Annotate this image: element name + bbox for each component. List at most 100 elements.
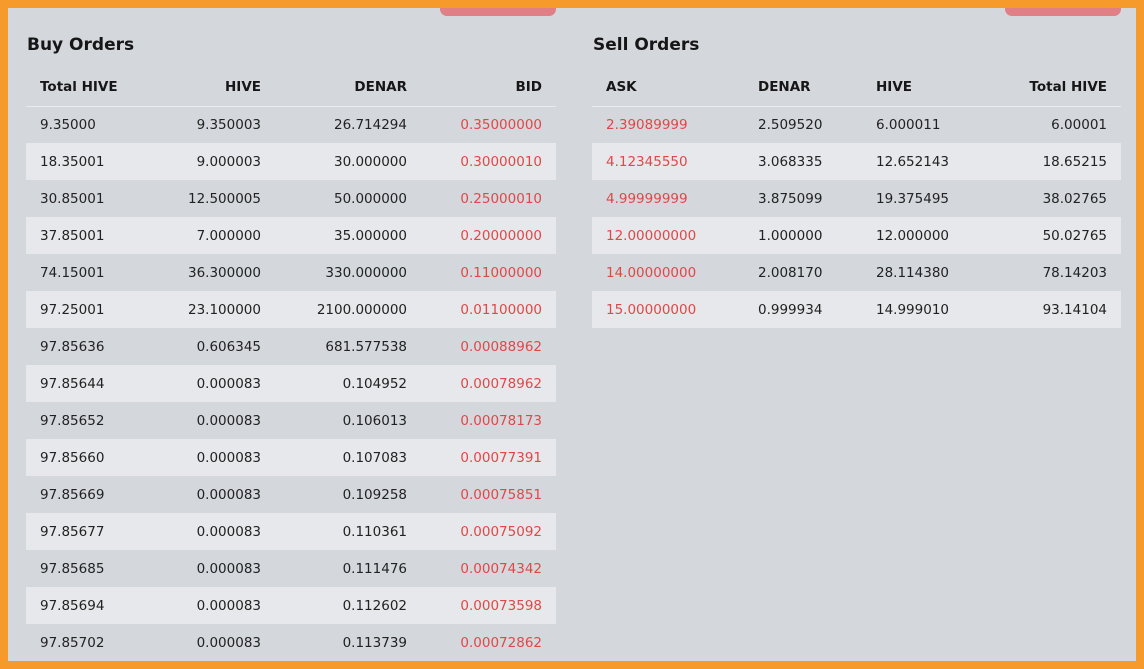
total-hive-cell: 97.85702 [40,634,105,651]
table-row[interactable]: 9.35000 9.350003 26.714294 0.35000000 [26,106,556,143]
total-hive-cell: 37.85001 [40,227,105,244]
buy-tab-button[interactable] [440,8,556,16]
denar-cell: 0.110361 [342,523,407,540]
table-row[interactable]: 97.85669 0.000083 0.109258 0.00075851 [26,476,556,513]
denar-cell: 0.999934 [758,301,823,318]
table-row[interactable]: 97.85677 0.000083 0.110361 0.00075092 [26,513,556,550]
hive-cell: 7.000000 [196,227,261,244]
hive-cell: 0.000083 [196,449,261,466]
table-row[interactable]: 97.85685 0.000083 0.111476 0.00074342 [26,550,556,587]
table-row[interactable]: 4.99999999 3.875099 19.375495 38.02765 [592,180,1121,217]
bid-price-cell: 0.00073598 [460,597,542,614]
bid-price-cell: 0.11000000 [460,264,542,281]
hive-cell: 36.300000 [187,264,261,281]
sell-orders-header-row: ASK DENAR HIVE Total HIVE [592,69,1121,106]
buy-orders-title: Buy Orders [27,35,135,55]
ask-price-cell: 15.00000000 [606,301,697,318]
denar-cell: 35.000000 [333,227,407,244]
table-row[interactable]: 97.85652 0.000083 0.106013 0.00078173 [26,402,556,439]
bid-price-cell: 0.00078173 [460,412,542,429]
total-hive-cell: 18.35001 [40,153,105,170]
hive-cell: 0.000083 [196,486,261,503]
column-header-total-hive[interactable]: Total HIVE [992,69,1121,106]
column-header-denar[interactable]: DENAR [275,69,421,106]
denar-cell: 0.104952 [342,375,407,392]
column-header-hive[interactable]: HIVE [862,69,992,106]
total-hive-cell: 97.85694 [40,597,105,614]
total-hive-cell: 93.14104 [1042,301,1107,318]
table-row[interactable]: 14.00000000 2.008170 28.114380 78.14203 [592,254,1121,291]
hive-cell: 6.000011 [876,116,941,133]
column-header-total-hive[interactable]: Total HIVE [26,69,140,106]
total-hive-cell: 38.02765 [1042,190,1107,207]
hive-cell: 14.999010 [876,301,950,318]
hive-cell: 0.000083 [196,560,261,577]
denar-cell: 3.068335 [758,153,823,170]
denar-cell: 0.113739 [342,634,407,651]
table-row[interactable]: 15.00000000 0.999934 14.999010 93.14104 [592,291,1121,328]
table-row[interactable]: 30.85001 12.500005 50.000000 0.25000010 [26,180,556,217]
bid-price-cell: 0.00088962 [460,338,542,355]
denar-cell: 2.509520 [758,116,823,133]
column-header-ask[interactable]: ASK [592,69,744,106]
ask-price-cell: 2.39089999 [606,116,688,133]
hive-cell: 19.375495 [876,190,950,207]
buy-orders-header-row: Total HIVE HIVE DENAR BID [26,69,556,106]
bid-price-cell: 0.20000000 [460,227,542,244]
hive-cell: 28.114380 [876,264,950,281]
sell-tab-button[interactable] [1005,8,1121,16]
bid-price-cell: 0.25000010 [460,190,542,207]
bid-price-cell: 0.00072862 [460,634,542,651]
denar-cell: 2100.000000 [316,301,407,318]
ask-price-cell: 4.12345550 [606,153,688,170]
table-row[interactable]: 97.85644 0.000083 0.104952 0.00078962 [26,365,556,402]
denar-cell: 681.577538 [325,338,407,355]
hive-cell: 0.606345 [196,338,261,355]
table-row[interactable]: 2.39089999 2.509520 6.000011 6.00001 [592,106,1121,143]
bid-price-cell: 0.35000000 [460,116,542,133]
total-hive-cell: 97.85660 [40,449,105,466]
hive-cell: 12.000000 [876,227,950,244]
table-row[interactable]: 18.35001 9.000003 30.000000 0.30000010 [26,143,556,180]
denar-cell: 3.875099 [758,190,823,207]
hive-cell: 12.652143 [876,153,950,170]
bid-price-cell: 0.00074342 [460,560,542,577]
total-hive-cell: 97.85636 [40,338,105,355]
table-row[interactable]: 97.25001 23.100000 2100.000000 0.01100000 [26,291,556,328]
denar-cell: 0.106013 [342,412,407,429]
total-hive-cell: 97.85652 [40,412,105,429]
table-row[interactable]: 37.85001 7.000000 35.000000 0.20000000 [26,217,556,254]
hive-cell: 0.000083 [196,523,261,540]
table-row[interactable]: 97.85660 0.000083 0.107083 0.00077391 [26,439,556,476]
table-row[interactable]: 97.85702 0.000083 0.113739 0.00072862 [26,624,556,661]
total-hive-cell: 97.85669 [40,486,105,503]
total-hive-cell: 78.14203 [1042,264,1107,281]
buy-orders-body: 9.35000 9.350003 26.714294 0.35000000 18.350… [26,106,556,661]
bid-price-cell: 0.00075092 [460,523,542,540]
bid-price-cell: 0.00078962 [460,375,542,392]
hive-cell: 12.500005 [187,190,261,207]
hive-cell: 9.350003 [196,116,261,133]
column-header-denar[interactable]: DENAR [744,69,862,106]
total-hive-cell: 97.85644 [40,375,105,392]
bid-price-cell: 0.00075851 [460,486,542,503]
hive-cell: 0.000083 [196,375,261,392]
total-hive-cell: 97.85685 [40,560,105,577]
total-hive-cell: 97.85677 [40,523,105,540]
denar-cell: 0.109258 [342,486,407,503]
total-hive-cell: 97.25001 [40,301,105,318]
table-row[interactable]: 12.00000000 1.000000 12.000000 50.02765 [592,217,1121,254]
sell-orders-body: 2.39089999 2.509520 6.000011 6.00001 4.12345… [592,106,1121,328]
denar-cell: 1.000000 [758,227,823,244]
table-row[interactable]: 97.85636 0.606345 681.577538 0.00088962 [26,328,556,365]
table-row[interactable]: 74.15001 36.300000 330.000000 0.11000000 [26,254,556,291]
column-header-bid[interactable]: BID [421,69,556,106]
sell-orders-title: Sell Orders [593,35,700,55]
total-hive-cell: 30.85001 [40,190,105,207]
sell-orders-table: ASK DENAR HIVE Total HIVE 2.39089999 2.50… [592,69,1121,328]
table-row[interactable]: 4.12345550 3.068335 12.652143 18.65215 [592,143,1121,180]
column-header-hive[interactable]: HIVE [140,69,275,106]
denar-cell: 0.111476 [342,560,407,577]
table-row[interactable]: 97.85694 0.000083 0.112602 0.00073598 [26,587,556,624]
hive-cell: 0.000083 [196,634,261,651]
